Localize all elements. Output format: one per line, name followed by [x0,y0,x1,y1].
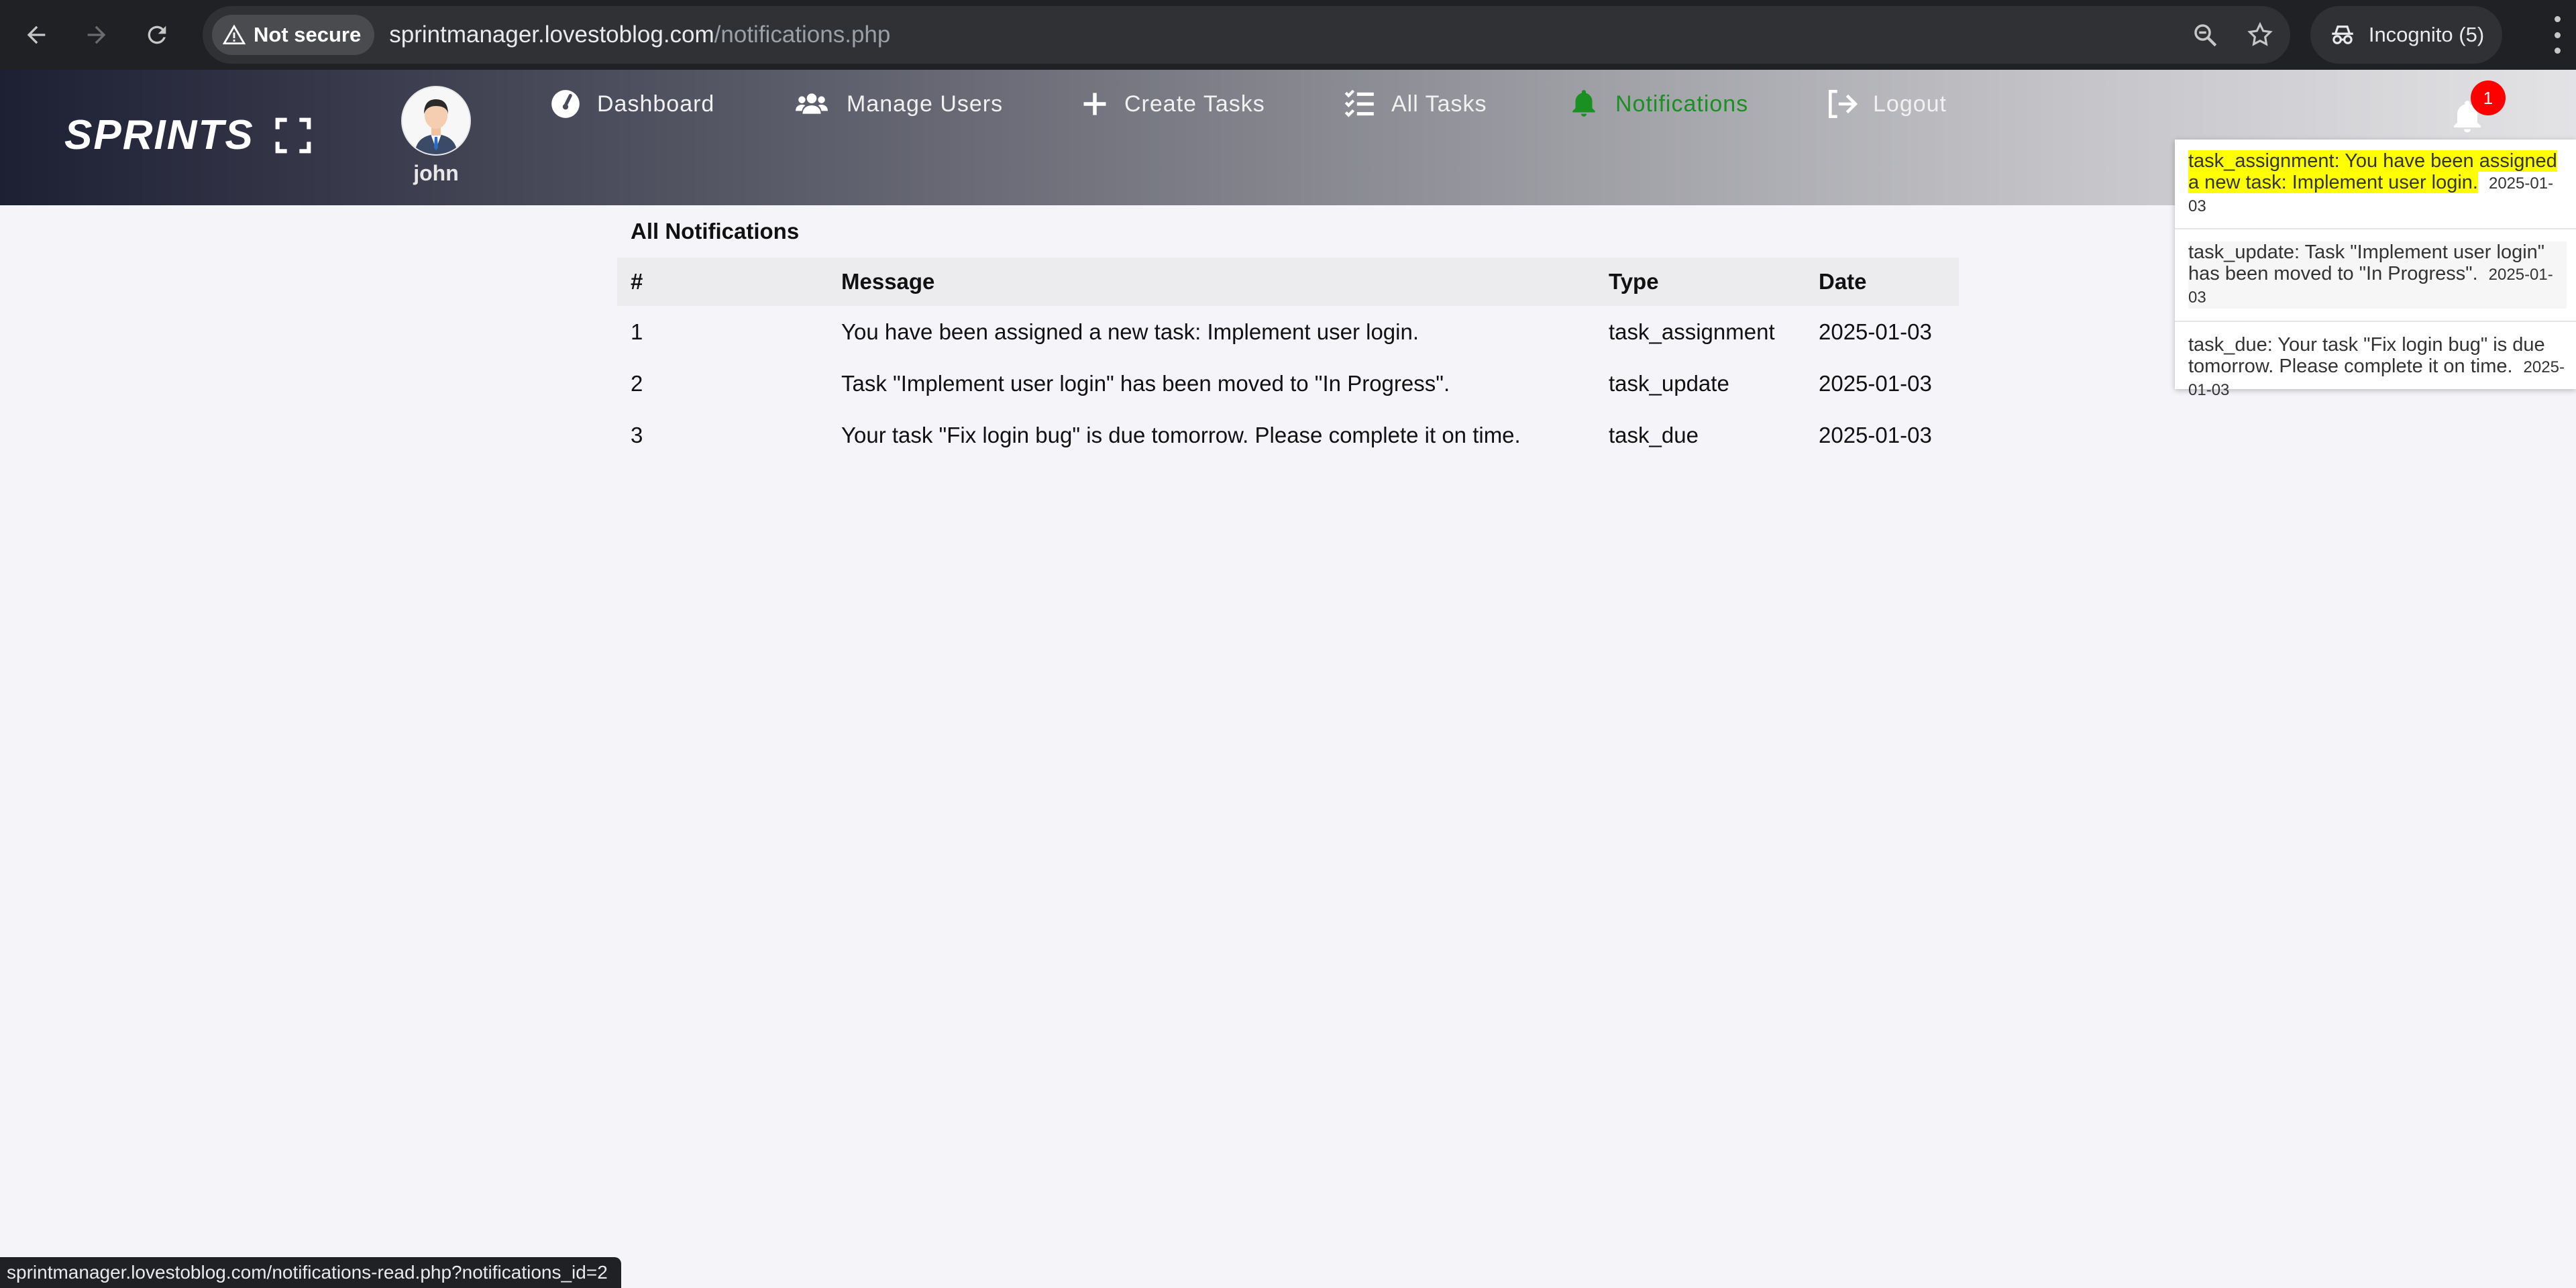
security-label: Not secure [254,23,362,46]
warning-icon [223,24,246,45]
nav-manage-users[interactable]: Manage Users [792,87,1003,121]
user-avatar-image [402,87,470,154]
browser-toolbar: Not secure sprintmanager.lovestoblog.com… [0,0,2576,70]
back-button[interactable] [15,13,58,56]
checklist-icon [1344,89,1374,117]
username: john [413,161,459,185]
security-chip[interactable]: Not secure [212,15,375,55]
row-type: task_due [1609,422,1699,447]
row-type: task_assignment [1609,319,1775,344]
notifications-dropdown: task_assignment: You have been assigned … [2175,140,2576,399]
column-header-date: Date [1819,269,1867,294]
table-header: # Message Type Date [617,258,1959,306]
browser-menu-button[interactable] [2551,16,2564,54]
column-header-type: Type [1609,269,1659,294]
table-row: 1 You have been assigned a new task: Imp… [617,306,1959,358]
row-number: 1 [631,319,643,344]
row-type: task_update [1609,370,1729,396]
page-title: All Notifications [631,219,800,244]
logout-icon [1829,89,1858,119]
dropdown-notification-item[interactable]: task_due: Your task "Fix login bug" is d… [2175,322,2576,413]
fullscreen-icon[interactable] [274,117,312,154]
logo[interactable]: SPRINTS [64,111,312,159]
table-row: 3 Your task "Fix login bug" is due tomor… [617,409,1959,461]
row-message: You have been assigned a new task: Imple… [841,319,1419,344]
dropdown-notification-text: task_due: Your task "Fix login bug" is d… [2188,334,2545,377]
dropdown-notification-item[interactable]: task_update: Task "Implement user login"… [2175,229,2576,322]
nav-notifications[interactable]: Notifications [1567,87,1748,121]
arrow-left-icon [27,25,46,44]
nav-logout[interactable]: Logout [1825,87,1947,121]
reload-button[interactable] [136,13,178,56]
incognito-chip[interactable]: Incognito (5) [2310,6,2502,64]
avatar[interactable] [401,86,471,156]
dropdown-notification-item[interactable]: task_assignment: You have been assigned … [2175,140,2576,229]
nav-dashboard-label: Dashboard [597,91,715,117]
nav-all-tasks-label: All Tasks [1391,91,1487,117]
row-date: 2025-01-03 [1819,370,1932,396]
notification-count-badge[interactable]: 1 [2471,80,2506,115]
row-message: Task "Implement user login" has been mov… [841,370,1450,396]
bookmark-star-icon[interactable] [2246,21,2274,49]
url-host: sprintmanager.lovestoblog.com [389,21,714,48]
url-text[interactable]: sprintmanager.lovestoblog.com/notificati… [389,21,890,48]
row-date: 2025-01-03 [1819,319,1932,344]
incognito-label: Incognito (5) [2368,23,2485,46]
column-header-message: Message [841,269,935,294]
nav-manage-users-label: Manage Users [847,91,1004,117]
bell-icon [1572,90,1595,117]
column-header-number: # [631,269,643,294]
table-row: 2 Task "Implement user login" has been m… [617,358,1959,409]
url-path: /notifications.php [714,21,891,48]
row-number: 2 [631,370,643,396]
row-date: 2025-01-03 [1819,422,1932,447]
plus-icon [1083,93,1106,115]
link-status-bubble: sprintmanager.lovestoblog.com/notificati… [0,1257,621,1288]
nav-notifications-label: Notifications [1615,91,1749,117]
logo-text: SPRINTS [64,112,254,158]
user-profile[interactable]: john [401,86,471,186]
reload-icon [148,25,166,44]
nav-create-tasks-label: Create Tasks [1124,91,1265,117]
address-bar[interactable]: Not secure sprintmanager.lovestoblog.com… [203,6,2290,64]
row-number: 3 [631,422,643,447]
nav-create-tasks[interactable]: Create Tasks [1080,87,1265,121]
speedometer-icon [551,90,580,118]
zoom-icon[interactable] [2191,21,2219,49]
nav-logout-label: Logout [1873,91,1947,117]
notifications-table: # Message Type Date 1 You have been assi… [617,258,1959,461]
nav-all-tasks[interactable]: All Tasks [1343,87,1487,121]
incognito-icon [2332,25,2353,44]
arrow-right-icon [87,25,106,44]
nav-dashboard[interactable]: Dashboard [549,87,714,121]
forward-button[interactable] [75,13,118,56]
users-icon [796,93,828,114]
row-message: Your task "Fix login bug" is due tomorro… [841,422,1521,447]
